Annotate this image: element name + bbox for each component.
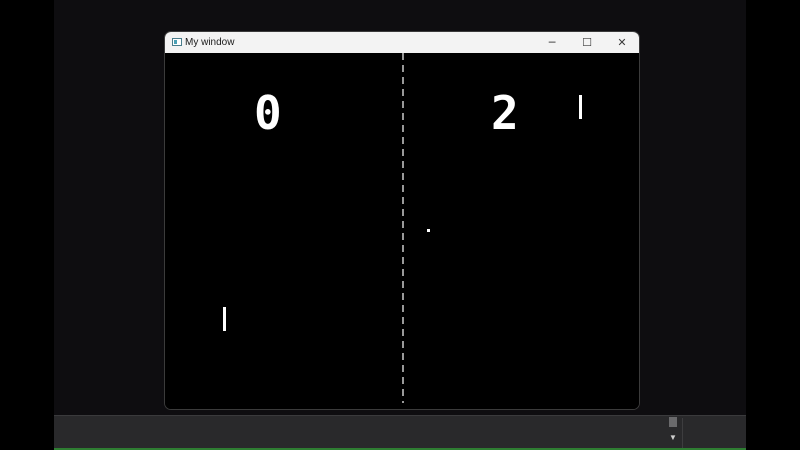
scrollbar-thumb[interactable] <box>669 417 677 427</box>
center-net-line <box>402 53 404 403</box>
maximize-icon[interactable]: ☐ <box>570 32 604 53</box>
scroll-down-arrow-icon[interactable]: ▼ <box>667 433 679 443</box>
bottom-panel <box>54 415 746 450</box>
game-canvas[interactable]: 0 2 <box>165 53 639 409</box>
right-player-score: 2 <box>491 86 519 140</box>
left-player-score: 0 <box>254 86 282 140</box>
left-paddle <box>223 307 226 331</box>
ball <box>427 229 430 232</box>
window-titlebar[interactable]: My window ─ ☐ ✕ <box>165 32 639 53</box>
close-icon[interactable]: ✕ <box>605 32 639 53</box>
window-title: My window <box>185 37 235 48</box>
right-paddle <box>579 95 582 119</box>
game-window[interactable]: My window ─ ☐ ✕ 0 2 <box>164 31 640 410</box>
minimize-icon[interactable]: ─ <box>535 32 569 53</box>
app-window-icon <box>172 38 182 46</box>
panel-divider <box>682 418 683 450</box>
desktop: My window ─ ☐ ✕ 0 2 ▼ <box>0 0 800 450</box>
